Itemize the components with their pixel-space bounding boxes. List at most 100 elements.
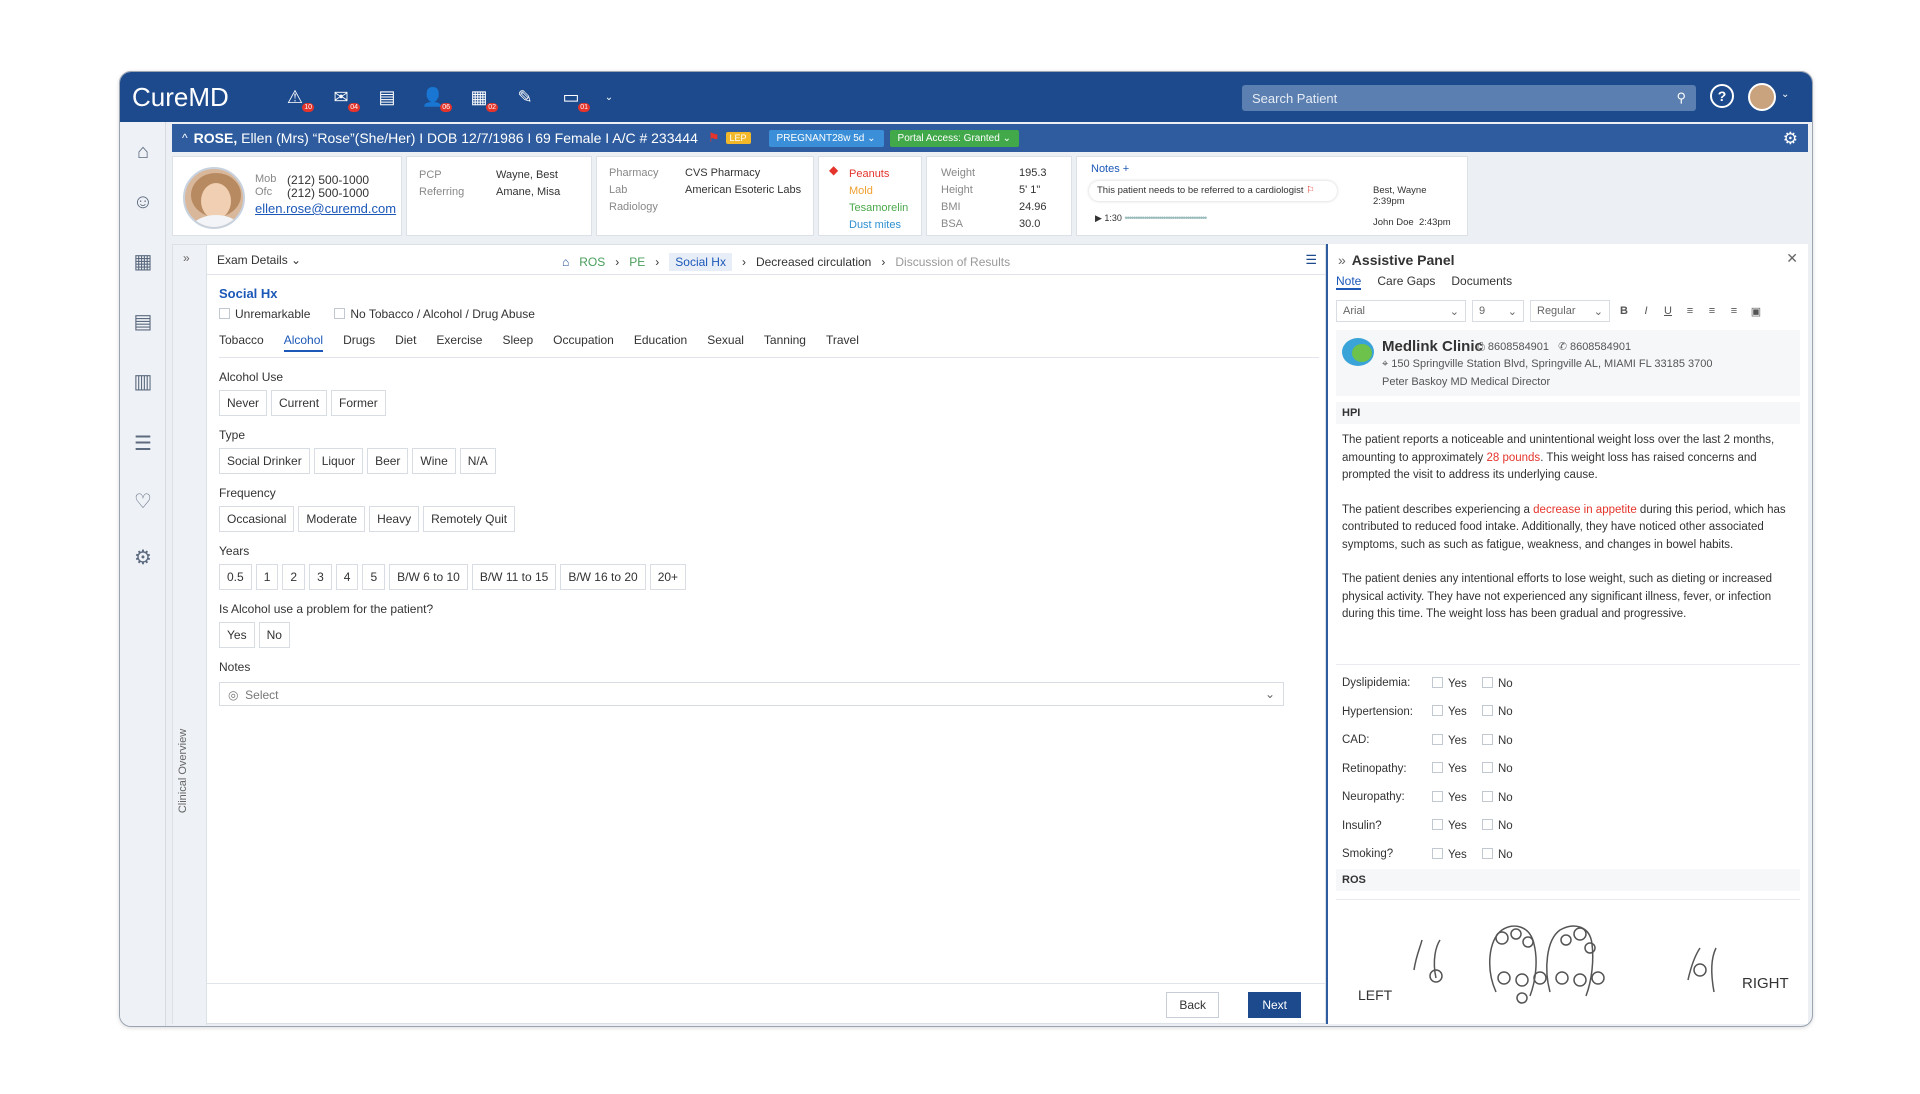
tab-sleep[interactable]: Sleep <box>502 333 533 352</box>
folder-icon[interactable]: ▭ 01 <box>558 84 590 112</box>
close-icon[interactable]: ✕ <box>1786 250 1798 267</box>
tab-drugs[interactable]: Drugs <box>343 333 375 352</box>
patients-icon[interactable]: 👤 06 <box>420 84 452 112</box>
option-button[interactable]: Liquor <box>313 448 364 474</box>
ros-header: ROS <box>1336 869 1800 891</box>
option-button[interactable]: Moderate <box>298 506 366 532</box>
office-phone: (212) 500-1000 <box>287 186 370 200</box>
tab-alcohol[interactable]: Alcohol <box>283 333 324 352</box>
crumb-decreased-circulation[interactable]: Decreased circulation <box>756 255 871 269</box>
search-input[interactable]: Search Patient ⚲ <box>1242 85 1696 111</box>
tab-note[interactable]: Note <box>1336 274 1362 290</box>
search-icon[interactable]: ⚲ <box>1676 90 1686 106</box>
user-avatar[interactable] <box>1748 83 1776 111</box>
italic-icon[interactable]: I <box>1638 305 1654 317</box>
option-button[interactable]: 0.5 <box>219 564 252 590</box>
option-button[interactable]: No <box>258 622 290 648</box>
font-size-select[interactable]: 9 ⌄ <box>1472 300 1524 322</box>
option-button[interactable]: B/W 6 to 10 <box>389 564 468 590</box>
tab-tanning[interactable]: Tanning <box>764 333 806 352</box>
image-icon[interactable]: ▣ <box>1748 305 1764 318</box>
email-link[interactable]: ellen.rose@curemd.com <box>255 201 396 216</box>
tab-sexual[interactable]: Sexual <box>707 333 744 352</box>
font-family-select[interactable]: Arial ⌄ <box>1336 300 1466 322</box>
option-button[interactable]: 4 <box>335 564 359 590</box>
option-button[interactable]: 2 <box>282 564 306 590</box>
option-button[interactable]: B/W 16 to 20 <box>560 564 646 590</box>
option-button[interactable]: Former <box>331 390 386 416</box>
tasks-icon[interactable]: ✎ <box>512 84 538 110</box>
tab-care-gaps[interactable]: Care Gaps <box>1377 274 1435 290</box>
option-button[interactable]: 5 <box>362 564 386 590</box>
pregnancy-dropdown[interactable]: PREGNANT28w 5d ⌄ <box>768 129 884 147</box>
documents-icon[interactable]: ▤ <box>374 84 400 110</box>
tab-education[interactable]: Education <box>634 333 687 352</box>
schedule-icon[interactable]: ▦ 02 <box>466 84 498 112</box>
option-button[interactable]: Yes <box>219 622 255 648</box>
report-icon[interactable]: ▥ <box>131 370 155 394</box>
no-abuse-checkbox[interactable]: No Tobacco / Alcohol / Drug Abuse <box>334 307 535 321</box>
collapse-icon[interactable]: » <box>1338 252 1346 268</box>
option-button[interactable]: 20+ <box>649 564 687 590</box>
exam-header: Exam Details ⌄ ⌂ ROS › PE › Social Hx › Dec… <box>207 245 1325 275</box>
underline-icon[interactable]: U <box>1660 305 1676 317</box>
option-button[interactable]: Wine <box>412 448 456 474</box>
calendar-icon[interactable]: ▦ <box>131 250 155 274</box>
option-button[interactable]: Occasional <box>219 506 295 532</box>
tab-diet[interactable]: Diet <box>395 333 416 352</box>
filter-icon[interactable]: ☰ <box>1305 252 1317 268</box>
option-button[interactable]: Beer <box>367 448 409 474</box>
notes-select[interactable]: ◎ Select ⌄ <box>219 682 1284 706</box>
unremarkable-checkbox[interactable]: Unremarkable <box>219 307 310 321</box>
collapse-icon[interactable]: ^ <box>182 131 188 145</box>
messages-icon[interactable]: ✉ 04 <box>328 84 360 112</box>
tab-tobacco[interactable]: Tobacco <box>219 333 264 352</box>
crumb-pe[interactable]: PE <box>629 255 645 269</box>
alerts-icon[interactable]: ⚠ 10 <box>282 84 314 112</box>
document-icon[interactable]: ☰ <box>131 432 155 456</box>
crumb-discussion[interactable]: Discussion of Results <box>895 255 1010 269</box>
audio-note[interactable]: ▶ 1:30 •••••••••••••••••••••••••••••••••… <box>1095 213 1347 224</box>
option-button[interactable]: B/W 11 to 15 <box>471 564 557 590</box>
hpi-text[interactable]: The patient reports a noticeable and uni… <box>1342 432 1794 641</box>
clipboard-icon[interactable]: ▤ <box>131 310 155 334</box>
settings-icon[interactable]: ⚙ <box>131 546 155 570</box>
option-button[interactable]: N/A <box>459 448 496 474</box>
option-button[interactable]: Never <box>219 390 268 416</box>
option-button[interactable]: Current <box>271 390 328 416</box>
tab-exercise[interactable]: Exercise <box>436 333 482 352</box>
align-center-icon[interactable]: ≡ <box>1704 305 1720 317</box>
align-left-icon[interactable]: ≡ <box>1682 305 1698 317</box>
foot-diagram[interactable]: LEFT RIGHT <box>1336 899 1800 1009</box>
heart-icon[interactable]: ♡ <box>131 490 155 514</box>
mobile-phone: (212) 500-1000 <box>287 173 370 187</box>
option-button[interactable]: Social Drinker <box>219 448 310 474</box>
home-icon[interactable]: ⌂ <box>562 255 569 269</box>
option-button[interactable]: Remotely Quit <box>423 506 516 532</box>
tab-documents[interactable]: Documents <box>1451 274 1512 290</box>
option-button[interactable]: 3 <box>309 564 332 590</box>
expand-icon[interactable]: » <box>183 251 190 265</box>
chevron-down-icon[interactable]: ⌄ <box>604 84 614 110</box>
user-icon[interactable]: ☺ <box>131 190 155 214</box>
option-button[interactable]: 1 <box>255 564 279 590</box>
next-button[interactable]: Next <box>1248 992 1301 1018</box>
help-icon[interactable]: ? <box>1710 84 1734 108</box>
font-weight-select[interactable]: Regular ⌄ <box>1530 300 1610 322</box>
crumb-social-hx[interactable]: Social Hx <box>669 253 732 271</box>
gear-icon[interactable]: ⚙ <box>1783 129 1798 149</box>
bold-icon[interactable]: B <box>1616 305 1632 317</box>
back-button[interactable]: Back <box>1166 992 1219 1018</box>
note-bubble[interactable]: This patient needs to be referred to a c… <box>1089 181 1337 201</box>
portal-access-dropdown[interactable]: Portal Access: Granted ⌄ <box>889 129 1019 147</box>
clinical-overview-tab[interactable]: » Clinical Overview <box>173 245 207 1025</box>
tab-occupation[interactable]: Occupation <box>553 333 614 352</box>
crumb-ros[interactable]: ROS <box>579 255 605 269</box>
tab-travel[interactable]: Travel <box>826 333 859 352</box>
option-button[interactable]: Heavy <box>369 506 420 532</box>
home-icon[interactable]: ⌂ <box>131 140 155 164</box>
notes-add-button[interactable]: Notes + <box>1091 163 1129 175</box>
chevron-down-icon[interactable]: ⌄ <box>1781 89 1789 100</box>
align-right-icon[interactable]: ≡ <box>1726 305 1742 317</box>
exam-details-dropdown[interactable]: Exam Details ⌄ <box>217 253 301 267</box>
